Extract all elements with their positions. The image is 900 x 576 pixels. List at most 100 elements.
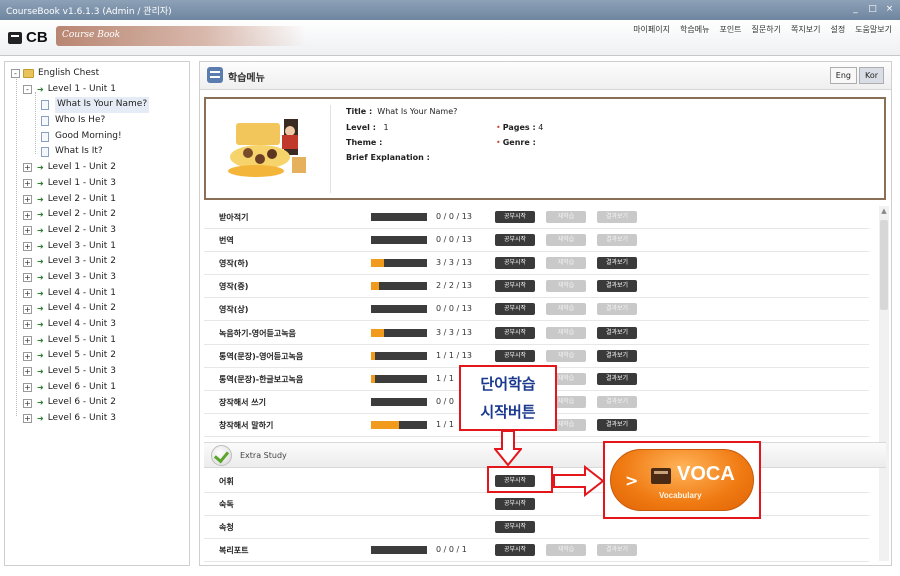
- expand-icon[interactable]: +: [23, 241, 32, 251]
- tree-level-item[interactable]: + ➜ Level 3 - Unit 1: [11, 239, 149, 255]
- tree-level-item[interactable]: + ➜ Level 5 - Unit 2: [11, 348, 149, 364]
- expand-icon[interactable]: +: [23, 398, 32, 408]
- extra-study-row: 숙독 공부시작: [204, 493, 869, 517]
- expand-icon[interactable]: +: [23, 257, 32, 267]
- tree-level-label: Level 4 - Unit 2: [47, 303, 116, 314]
- tree-level-item[interactable]: + ➜ Level 5 - Unit 3: [11, 364, 149, 380]
- expand-icon[interactable]: +: [23, 383, 32, 393]
- tree-level-item[interactable]: + ➜ Level 5 - Unit 1: [11, 333, 149, 349]
- menu-help[interactable]: 도움말보기: [855, 24, 892, 35]
- scroll-up-icon[interactable]: ▲: [879, 206, 889, 216]
- maximize-button[interactable]: □: [866, 3, 879, 16]
- tree-level-label: Level 4 - Unit 3: [47, 319, 116, 329]
- start-button[interactable]: 공부시작: [495, 234, 535, 247]
- menu-points[interactable]: 포인트: [719, 24, 741, 35]
- expand-icon[interactable]: +: [23, 273, 32, 283]
- tree-level-item[interactable]: - ➜ Level 1 - Unit 1: [11, 82, 149, 98]
- arrow-right-icon: ➜: [37, 163, 44, 173]
- tree-lesson-item[interactable]: Who Is He?: [11, 113, 149, 129]
- collapse-icon[interactable]: -: [23, 85, 32, 95]
- review-button[interactable]: 재학습: [546, 257, 586, 270]
- tree-level-item[interactable]: + ➜ Level 1 - Unit 2: [11, 160, 149, 176]
- scroll-thumb[interactable]: [880, 220, 888, 310]
- tree-level-item[interactable]: + ➜ Level 4 - Unit 2: [11, 301, 149, 317]
- result-button[interactable]: 결과보기: [597, 544, 637, 557]
- tree-level-item[interactable]: + ➜ Level 6 - Unit 3: [11, 411, 149, 427]
- expand-icon[interactable]: +: [23, 304, 32, 314]
- review-button[interactable]: 재학습: [546, 234, 586, 247]
- start-button[interactable]: 공부시작: [495, 498, 535, 511]
- tree-level-label: Level 2 - Unit 2: [47, 209, 116, 220]
- tree-lesson-item[interactable]: Good Morning!: [11, 129, 149, 145]
- window-title-bar: CourseBook v1.6.1.3 (Admin / 관리자) _ □ ×: [0, 0, 900, 20]
- minimize-button[interactable]: _: [849, 3, 862, 16]
- start-button[interactable]: 공부시작: [495, 257, 535, 270]
- start-button[interactable]: 공부시작: [495, 211, 535, 223]
- expand-icon[interactable]: +: [23, 194, 32, 204]
- menu-messages[interactable]: 쪽지보기: [791, 24, 820, 35]
- start-button[interactable]: 공부시작: [495, 349, 535, 362]
- folder-icon: [23, 69, 34, 79]
- tree-level-item[interactable]: + ➜ Level 4 - Unit 1: [11, 286, 149, 302]
- expand-icon[interactable]: +: [23, 414, 32, 424]
- tree-lesson-item[interactable]: What Is Your Name?: [11, 97, 150, 114]
- menu-mypage[interactable]: 마이페이지: [633, 24, 670, 35]
- voca-button[interactable]: > VOCA Vocabulary: [610, 449, 754, 511]
- result-button[interactable]: 결과보기: [597, 372, 637, 385]
- lang-kor-button[interactable]: Kor: [858, 67, 884, 84]
- result-button[interactable]: 결과보기: [597, 395, 637, 408]
- tree-level-item[interactable]: + ➜ Level 2 - Unit 2: [11, 207, 149, 223]
- start-button[interactable]: 공부시작: [495, 521, 535, 534]
- review-button[interactable]: 재학습: [546, 303, 586, 316]
- expand-icon[interactable]: +: [23, 163, 32, 173]
- result-button[interactable]: 결과보기: [597, 418, 637, 431]
- tree-level-item[interactable]: + ➜ Level 2 - Unit 3: [11, 223, 149, 239]
- start-button[interactable]: 공부시작: [495, 544, 535, 557]
- review-button[interactable]: 재학습: [546, 280, 586, 293]
- result-button[interactable]: 결과보기: [597, 257, 637, 270]
- review-button[interactable]: 재학습: [546, 326, 586, 339]
- tree-lesson-label: What Is It?: [55, 146, 103, 157]
- start-button[interactable]: 공부시작: [495, 280, 535, 293]
- result-button[interactable]: 결과보기: [597, 211, 637, 223]
- result-button[interactable]: 결과보기: [597, 303, 637, 316]
- tree-level-item[interactable]: + ➜ Level 6 - Unit 1: [11, 380, 149, 396]
- review-button[interactable]: 재학습: [546, 211, 586, 223]
- scrollbar[interactable]: ▲: [879, 206, 889, 561]
- info-title: Title : What Is Your Name?: [346, 107, 458, 116]
- review-button[interactable]: 재학습: [546, 544, 586, 557]
- result-button[interactable]: 결과보기: [597, 349, 637, 362]
- tree-level-item[interactable]: + ➜ Level 2 - Unit 1: [11, 192, 149, 208]
- tree-lesson-item[interactable]: What Is It?: [11, 144, 149, 160]
- tree-level-item[interactable]: + ➜ Level 1 - Unit 3: [11, 176, 149, 192]
- expand-icon[interactable]: +: [23, 320, 32, 330]
- review-button[interactable]: 재학습: [546, 349, 586, 362]
- collapse-icon[interactable]: -: [11, 69, 20, 79]
- lang-eng-button[interactable]: Eng: [829, 67, 857, 84]
- expand-icon[interactable]: +: [23, 367, 32, 377]
- expand-icon[interactable]: +: [23, 288, 32, 298]
- voca-start-highlight: [487, 466, 553, 493]
- start-button[interactable]: 공부시작: [495, 303, 535, 316]
- start-button[interactable]: 공부시작: [495, 326, 535, 339]
- expand-icon[interactable]: +: [23, 351, 32, 361]
- menu-study[interactable]: 학습메뉴: [680, 24, 709, 35]
- result-button[interactable]: 결과보기: [597, 234, 637, 247]
- study-row-label: 장작해서 쓰기: [219, 397, 266, 407]
- voca-preview-box: > VOCA Vocabulary: [603, 441, 761, 519]
- expand-icon[interactable]: +: [23, 179, 32, 189]
- result-button[interactable]: 결과보기: [597, 326, 637, 339]
- tree-root[interactable]: - English Chest: [11, 66, 149, 82]
- expand-icon[interactable]: +: [23, 226, 32, 236]
- menu-settings[interactable]: 설정: [830, 24, 845, 35]
- tree-level-item[interactable]: + ➜ Level 3 - Unit 2: [11, 254, 149, 270]
- panel-header: 학습메뉴 Eng Kor: [200, 62, 891, 90]
- tree-level-item[interactable]: + ➜ Level 4 - Unit 3: [11, 317, 149, 333]
- tree-level-item[interactable]: + ➜ Level 6 - Unit 2: [11, 395, 149, 411]
- expand-icon[interactable]: +: [23, 210, 32, 220]
- menu-question[interactable]: 질문하기: [752, 24, 781, 35]
- close-button[interactable]: ×: [883, 3, 896, 16]
- tree-level-item[interactable]: + ➜ Level 3 - Unit 3: [11, 270, 149, 286]
- result-button[interactable]: 결과보기: [597, 280, 637, 293]
- expand-icon[interactable]: +: [23, 336, 32, 346]
